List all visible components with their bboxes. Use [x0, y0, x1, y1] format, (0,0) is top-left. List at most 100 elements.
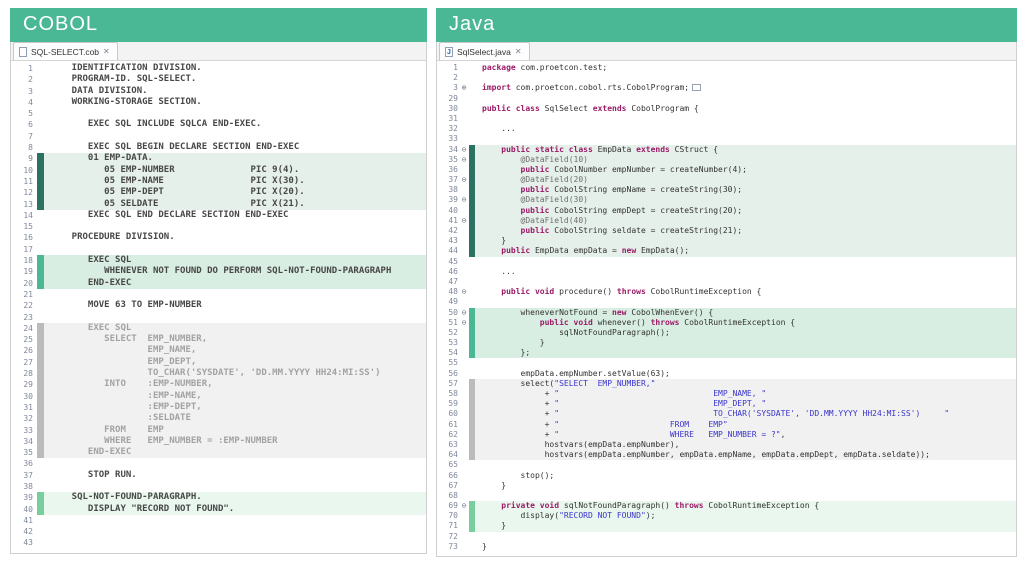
- tab-sql-select-cob[interactable]: SQL-SELECT.cob ✕: [13, 42, 118, 60]
- code-line: 42 public CobolString seldate = createSt…: [437, 226, 1016, 236]
- code-line: 59 + " EMP_DEPT, ": [437, 399, 1016, 409]
- line-number: 36: [437, 165, 459, 175]
- collapsed-code-icon[interactable]: [692, 84, 701, 91]
- code-text: wheneverNotFound = new CobolWhenEver() {: [475, 308, 1016, 318]
- code-text: [44, 108, 426, 119]
- code-line: 51⊖ public void whenever() throws CobolR…: [437, 318, 1016, 328]
- fold-gutter: [459, 348, 469, 358]
- line-number: 31: [11, 402, 37, 413]
- code-line: 6 EXEC SQL INCLUDE SQLCA END-EXEC.: [11, 119, 426, 130]
- code-text: WHERE EMP_NUMBER = :EMP-NUMBER: [44, 436, 426, 447]
- code-text: public class SqlSelect extends CobolProg…: [475, 104, 1016, 114]
- block-marker-bar: [37, 244, 44, 255]
- code-line: 14 EXEC SQL END DECLARE SECTION END-EXEC: [11, 210, 426, 221]
- close-icon[interactable]: ✕: [515, 47, 522, 56]
- code-line: 11 05 EMP-NAME PIC X(30).: [11, 176, 426, 187]
- tab-sqlselect-java[interactable]: J SqlSelect.java ✕: [439, 42, 530, 60]
- fold-collapse-icon[interactable]: ⊖: [459, 145, 469, 155]
- code-text: SELECT EMP_NUMBER,: [44, 334, 426, 345]
- code-line: 36: [11, 458, 426, 469]
- line-number: 13: [11, 199, 37, 210]
- code-line: 42: [11, 526, 426, 537]
- code-line: 30public class SqlSelect extends CobolPr…: [437, 104, 1016, 114]
- code-line: 63 hostvars(empData.empNumber),: [437, 440, 1016, 450]
- block-marker-bar: [37, 447, 44, 458]
- fold-gutter: [459, 267, 469, 277]
- line-number: 70: [437, 511, 459, 521]
- line-number: 73: [437, 542, 459, 552]
- code-line: 15: [11, 221, 426, 232]
- line-number: 59: [437, 399, 459, 409]
- code-text: 05 EMP-DEPT PIC X(20).: [44, 187, 426, 198]
- code-text: }: [475, 542, 1016, 552]
- fold-expand-icon[interactable]: ⊕: [459, 83, 469, 93]
- code-line: 41⊖ @DataField(40): [437, 216, 1016, 226]
- line-number: 42: [437, 226, 459, 236]
- line-number: 10: [11, 165, 37, 176]
- code-text: }: [475, 521, 1016, 531]
- fold-collapse-icon[interactable]: ⊖: [459, 195, 469, 205]
- block-marker-bar: [37, 537, 44, 548]
- code-text: public void procedure() throws CobolRunt…: [475, 287, 1016, 297]
- line-number: 14: [11, 210, 37, 221]
- block-marker-bar: [37, 368, 44, 379]
- cobol-panel: COBOL SQL-SELECT.cob ✕ 1 IDENTIFICATION …: [10, 8, 427, 554]
- line-number: 43: [437, 236, 459, 246]
- fold-collapse-icon[interactable]: ⊖: [459, 287, 469, 297]
- line-number: 16: [11, 232, 37, 243]
- code-text: + " TO_CHAR('SYSDATE', 'DD.MM.YYYY HH24:…: [475, 409, 1016, 419]
- block-marker-bar: [37, 142, 44, 153]
- fold-gutter: [459, 450, 469, 460]
- tab-label: SQL-SELECT.cob: [31, 47, 99, 57]
- line-number: 42: [11, 526, 37, 537]
- fold-gutter: [459, 532, 469, 542]
- block-marker-bar: [37, 74, 44, 85]
- close-icon[interactable]: ✕: [103, 47, 110, 56]
- line-number: 4: [11, 97, 37, 108]
- line-number: 39: [437, 195, 459, 205]
- code-line: 17: [11, 244, 426, 255]
- fold-collapse-icon[interactable]: ⊖: [459, 216, 469, 226]
- fold-collapse-icon[interactable]: ⊖: [459, 175, 469, 185]
- code-line: 24 EXEC SQL: [11, 323, 426, 334]
- fold-collapse-icon[interactable]: ⊖: [459, 501, 469, 511]
- fold-gutter: [459, 297, 469, 307]
- line-number: 29: [11, 379, 37, 390]
- code-text: 05 EMP-NUMBER PIC 9(4).: [44, 165, 426, 176]
- line-number: 9: [11, 153, 37, 164]
- code-line: 39⊖ @DataField(30): [437, 195, 1016, 205]
- java-tab-bar: J SqlSelect.java ✕: [437, 42, 1016, 61]
- fold-collapse-icon[interactable]: ⊖: [459, 155, 469, 165]
- fold-collapse-icon[interactable]: ⊖: [459, 318, 469, 328]
- code-line: 32 :SELDATE: [11, 413, 426, 424]
- code-line: 35 END-EXEC: [11, 447, 426, 458]
- fold-collapse-icon[interactable]: ⊖: [459, 308, 469, 318]
- line-number: 17: [11, 244, 37, 255]
- block-marker-bar: [37, 436, 44, 447]
- code-text: :EMP-DEPT,: [44, 402, 426, 413]
- block-marker-bar: [37, 504, 44, 515]
- block-marker-bar: [37, 266, 44, 277]
- code-line: 9 01 EMP-DATA.: [11, 153, 426, 164]
- line-number: 41: [437, 216, 459, 226]
- cobol-editor[interactable]: 1 IDENTIFICATION DIVISION.2 PROGRAM-ID. …: [11, 61, 426, 553]
- code-text: [475, 491, 1016, 501]
- fold-gutter: [459, 246, 469, 256]
- block-marker-bar: [37, 526, 44, 537]
- code-text: [44, 481, 426, 492]
- code-text: END-EXEC: [44, 278, 426, 289]
- code-line: 3⊕import com.proetcon.cobol.rts.CobolPro…: [437, 83, 1016, 93]
- block-marker-bar: [37, 131, 44, 142]
- code-text: FROM EMP: [44, 425, 426, 436]
- block-marker-bar: [37, 323, 44, 334]
- block-marker-bar: [37, 334, 44, 345]
- java-editor[interactable]: 1package com.proetcon.test;23⊕import com…: [437, 61, 1016, 556]
- code-text: WORKING-STORAGE SECTION.: [44, 97, 426, 108]
- code-line: 29 INTO :EMP-NUMBER,: [11, 379, 426, 390]
- code-text: [475, 277, 1016, 287]
- block-marker-bar: [37, 402, 44, 413]
- block-marker-bar: [37, 312, 44, 323]
- line-number: 54: [437, 348, 459, 358]
- code-line: 25 SELECT EMP_NUMBER,: [11, 334, 426, 345]
- cobol-tab-bar: SQL-SELECT.cob ✕: [11, 42, 426, 61]
